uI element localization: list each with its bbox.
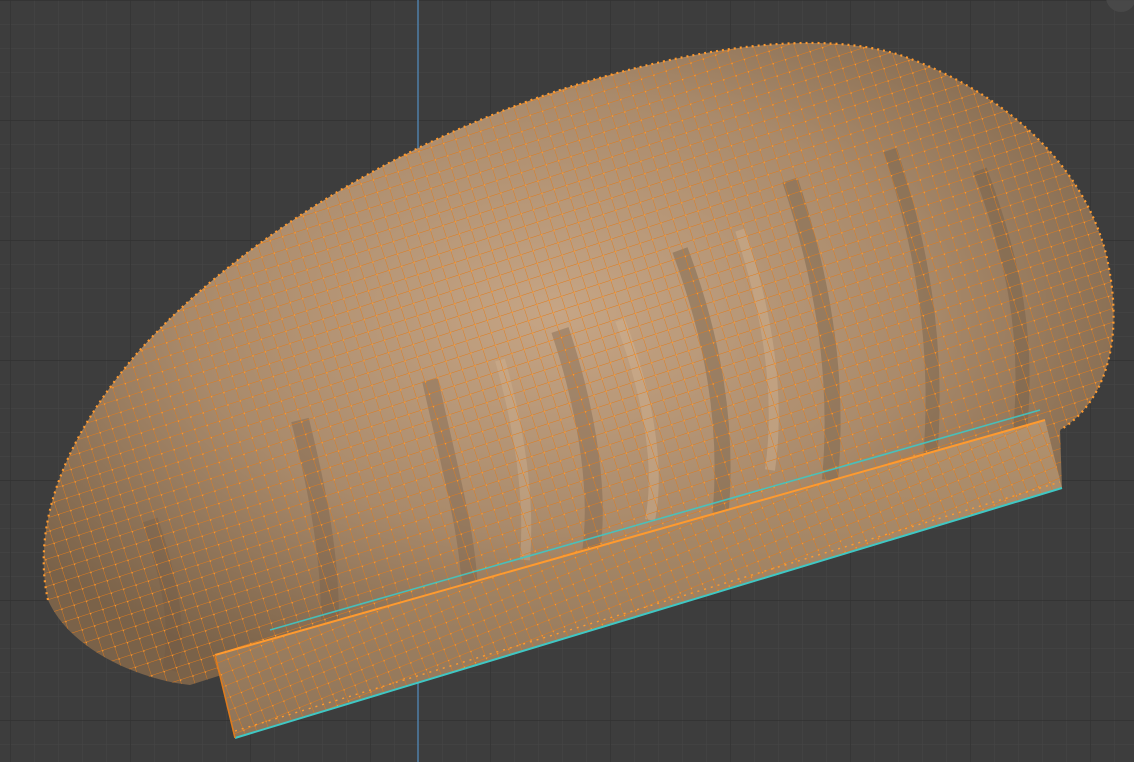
3d-viewport[interactable]	[0, 0, 1134, 762]
viewport-canvas[interactable]	[0, 0, 1134, 762]
